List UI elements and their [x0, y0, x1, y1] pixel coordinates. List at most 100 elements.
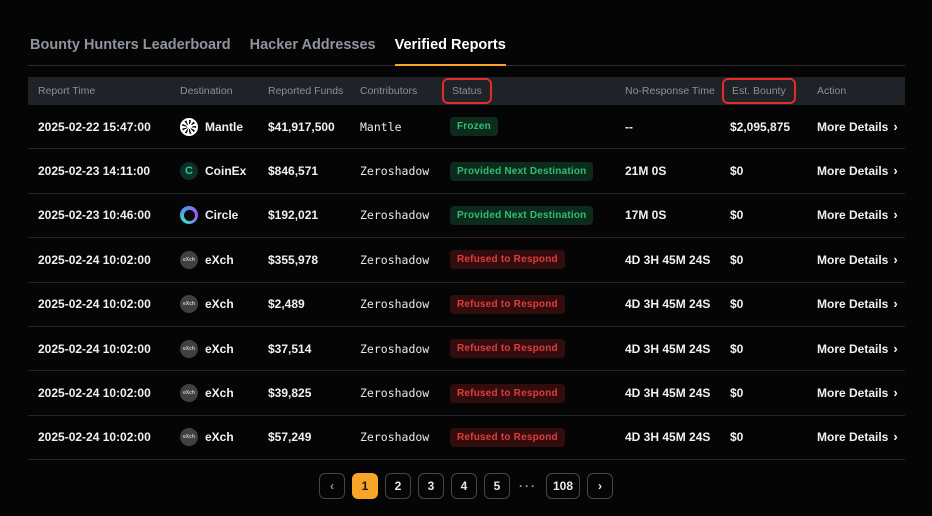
column-header-action: Action [807, 85, 905, 97]
contributors: Zeroshadow [350, 342, 440, 356]
status-badge: Refused to Respond [450, 339, 565, 358]
column-header-reported-funds: Reported Funds [258, 85, 350, 97]
more-details-label: More Details [817, 430, 888, 444]
more-details-link[interactable]: More Details › [807, 386, 905, 400]
no-response-time: 4D 3H 45M 24S [615, 342, 720, 356]
status-cell: Refused to Respond [440, 339, 615, 358]
reported-funds: $37,514 [258, 342, 350, 356]
more-details-link[interactable]: More Details › [807, 208, 905, 222]
reported-funds: $355,978 [258, 253, 350, 267]
pagination-next-button[interactable]: › [587, 473, 613, 499]
table-header: Report Time Destination Reported Funds C… [28, 77, 905, 105]
destination-name: Mantle [205, 120, 243, 134]
table-row: 2025-02-24 10:02:00 eXch eXch $355,978 Z… [28, 238, 905, 282]
pagination-page-4[interactable]: 4 [451, 473, 477, 499]
pagination-page-1[interactable]: 1 [352, 473, 378, 499]
destination-name: eXch [205, 342, 234, 356]
column-header-status: Status [440, 83, 615, 99]
destination-cell: eXch eXch [170, 251, 258, 269]
pagination-prev-button[interactable]: ‹ [319, 473, 345, 499]
exch-icon: eXch [180, 295, 198, 313]
contributors: Zeroshadow [350, 164, 440, 178]
status-cell: Refused to Respond [440, 384, 615, 403]
reported-funds: $192,021 [258, 208, 350, 222]
no-response-time: 17M 0S [615, 208, 720, 222]
destination-cell: Mantle [170, 118, 258, 136]
status-badge: Refused to Respond [450, 384, 565, 403]
pagination-page-5[interactable]: 5 [484, 473, 510, 499]
status-cell: Refused to Respond [440, 295, 615, 314]
destination-name: eXch [205, 253, 234, 267]
tab-bounty-hunters-leaderboard[interactable]: Bounty Hunters Leaderboard [30, 37, 231, 65]
est-bounty-highlight-box: Est. Bounty [722, 78, 796, 104]
more-details-link[interactable]: More Details › [807, 164, 905, 178]
status-cell: Frozen [440, 117, 615, 136]
contributors: Zeroshadow [350, 386, 440, 400]
table-row: 2025-02-22 15:47:00 Mantle $41,917,500 M… [28, 105, 905, 149]
column-header-destination: Destination [170, 85, 258, 97]
pagination: ‹ 12345 ··· 108 › [0, 473, 932, 499]
exch-icon: eXch [180, 428, 198, 446]
more-details-label: More Details [817, 164, 888, 178]
destination-name: CoinEx [205, 164, 246, 178]
pagination-page-2[interactable]: 2 [385, 473, 411, 499]
est-bounty: $0 [720, 430, 807, 444]
more-details-link[interactable]: More Details › [807, 120, 905, 134]
more-details-link[interactable]: More Details › [807, 342, 905, 356]
status-highlight-box: Status [442, 78, 492, 104]
est-bounty: $0 [720, 386, 807, 400]
more-details-link[interactable]: More Details › [807, 430, 905, 444]
report-time: 2025-02-24 10:02:00 [28, 342, 170, 356]
chevron-right-icon: › [893, 208, 897, 221]
est-bounty: $0 [720, 342, 807, 356]
chevron-right-icon: › [893, 386, 897, 399]
table-row: 2025-02-24 10:02:00 eXch eXch $39,825 Ze… [28, 371, 905, 415]
more-details-link[interactable]: More Details › [807, 253, 905, 267]
pagination-page-3[interactable]: 3 [418, 473, 444, 499]
no-response-time: 4D 3H 45M 24S [615, 253, 720, 267]
status-badge: Frozen [450, 117, 498, 136]
table-row: 2025-02-23 14:11:00 C CoinEx $846,571 Ze… [28, 149, 905, 193]
pagination-page-108[interactable]: 108 [546, 473, 580, 499]
column-header-report-time: Report Time [28, 85, 170, 97]
report-time: 2025-02-24 10:02:00 [28, 430, 170, 444]
no-response-time: -- [615, 120, 720, 134]
column-header-contributors: Contributors [350, 85, 440, 97]
tab-verified-reports[interactable]: Verified Reports [395, 37, 506, 66]
exch-icon: eXch [180, 251, 198, 269]
table-row: 2025-02-24 10:02:00 eXch eXch $37,514 Ze… [28, 327, 905, 371]
status-badge: Refused to Respond [450, 428, 565, 447]
contributors: Zeroshadow [350, 253, 440, 267]
coinex-icon: C [180, 162, 198, 180]
chevron-right-icon: › [893, 297, 897, 310]
destination-cell: eXch eXch [170, 295, 258, 313]
contributors: Zeroshadow [350, 297, 440, 311]
more-details-label: More Details [817, 208, 888, 222]
destination-cell: C CoinEx [170, 162, 258, 180]
reported-funds: $846,571 [258, 164, 350, 178]
reported-funds: $41,917,500 [258, 120, 350, 134]
status-badge: Provided Next Destination [450, 162, 593, 181]
no-response-time: 4D 3H 45M 24S [615, 430, 720, 444]
column-header-est-bounty: Est. Bounty [720, 83, 807, 99]
chevron-right-icon: › [893, 342, 897, 355]
report-time: 2025-02-24 10:02:00 [28, 386, 170, 400]
report-time: 2025-02-22 15:47:00 [28, 120, 170, 134]
chevron-right-icon: › [893, 120, 897, 133]
exch-icon: eXch [180, 340, 198, 358]
tab-hacker-addresses[interactable]: Hacker Addresses [250, 37, 376, 65]
est-bounty: $0 [720, 164, 807, 178]
more-details-link[interactable]: More Details › [807, 297, 905, 311]
pagination-ellipsis: ··· [517, 479, 539, 493]
more-details-label: More Details [817, 120, 888, 134]
est-bounty: $2,095,875 [720, 120, 807, 134]
est-bounty: $0 [720, 253, 807, 267]
verified-reports-page: Bounty Hunters Leaderboard Hacker Addres… [0, 0, 932, 516]
contributors: Mantle [350, 120, 440, 134]
destination-cell: eXch eXch [170, 428, 258, 446]
no-response-time: 4D 3H 45M 24S [615, 386, 720, 400]
table-row: 2025-02-24 10:02:00 eXch eXch $57,249 Ze… [28, 416, 905, 460]
column-header-no-response-time: No-Response Time [615, 85, 720, 97]
chevron-right-icon: › [893, 164, 897, 177]
status-cell: Refused to Respond [440, 428, 615, 447]
